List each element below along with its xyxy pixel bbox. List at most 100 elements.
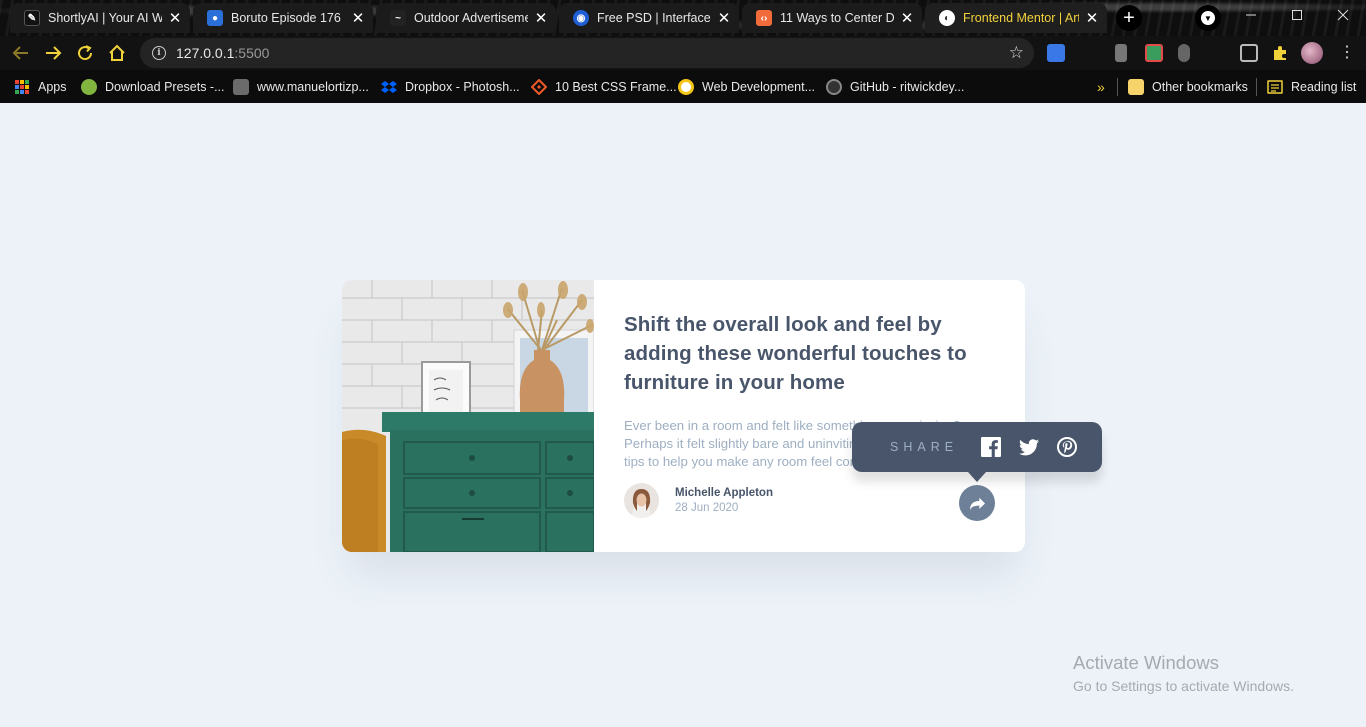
- tab-outdoor-advertisement[interactable]: ~ Outdoor Advertisemen ✕: [376, 3, 556, 33]
- browser-toolbar: i 127.0.0.1:5500 ☆ ⋮: [0, 36, 1366, 70]
- share-tooltip: SHARE: [852, 422, 1102, 482]
- article-headline: Shift the overall look and feel by addin…: [624, 313, 967, 394]
- close-tab-icon[interactable]: ✕: [349, 9, 367, 27]
- author-portrait: [624, 483, 659, 518]
- bookmark-github[interactable]: GitHub - ritwickdey...: [826, 76, 964, 98]
- address-url[interactable]: 127.0.0.1:5500: [176, 45, 269, 61]
- minimize-window-button[interactable]: [1228, 0, 1274, 30]
- folder-icon: [1128, 79, 1144, 95]
- share-button[interactable]: [959, 485, 995, 521]
- tab-center-div[interactable]: ‹› 11 Ways to Center Div ✕: [742, 3, 922, 33]
- bookmark-css-frameworks[interactable]: 10 Best CSS Frame...: [531, 76, 677, 98]
- more-menu-icon[interactable]: ⋮: [1338, 44, 1356, 62]
- bookmark-dropbox[interactable]: Dropbox - Photosh...: [381, 76, 520, 98]
- puzzle-extensions-icon[interactable]: [1271, 44, 1289, 62]
- bookmark-label: Download Presets -...: [105, 80, 225, 94]
- bookmark-label: Web Development...: [702, 80, 816, 94]
- bookmark-label: www.manuelortizp...: [257, 80, 369, 94]
- maximize-icon: [1292, 10, 1302, 20]
- tab-title: ShortlyAI | Your AI Wr: [48, 11, 162, 25]
- close-icon: [1337, 9, 1349, 21]
- tab-title: Boruto Episode 176 Su: [231, 11, 345, 25]
- facebook-icon[interactable]: [980, 436, 1002, 458]
- people-icon: ●: [207, 10, 223, 26]
- close-window-button[interactable]: [1320, 0, 1366, 30]
- divider: [1256, 78, 1257, 96]
- windows-activation-watermark: Activate Windows Go to Settings to activ…: [1073, 652, 1294, 694]
- bookmark-label: Apps: [38, 80, 67, 94]
- tab-free-psd[interactable]: ◉ Free PSD | Interface m ✕: [559, 3, 739, 33]
- tab-strip: ✎ ShortlyAI | Your AI Wr ✕ ● Boruto Epis…: [0, 0, 1366, 36]
- bookmark-label: Other bookmarks: [1152, 80, 1248, 94]
- author-name: Michelle Appleton: [675, 487, 773, 499]
- quill-icon: ✎: [24, 10, 40, 26]
- watermark-title: Activate Windows: [1073, 652, 1219, 673]
- article-preview-card: Shift the overall look and feel by addin…: [342, 280, 1025, 552]
- dropbox-icon: [381, 81, 397, 93]
- media-extension-icon[interactable]: [1240, 44, 1258, 62]
- arrow-left-icon: [12, 46, 28, 60]
- code-icon: ‹›: [756, 10, 772, 26]
- close-tab-icon[interactable]: ✕: [532, 9, 550, 27]
- forward-button[interactable]: [40, 40, 66, 66]
- twitter-icon[interactable]: [1018, 436, 1040, 458]
- close-tab-icon[interactable]: ✕: [898, 9, 916, 27]
- reading-list-icon: [1267, 80, 1283, 94]
- bookmark-label: GitHub - ritwickdey...: [850, 80, 965, 94]
- bookmarks-bar: Apps Download Presets -... www.manuelort…: [0, 70, 1366, 103]
- site-info-icon[interactable]: i: [152, 46, 166, 60]
- profile-avatar[interactable]: [1301, 42, 1323, 64]
- maximize-window-button[interactable]: [1274, 0, 1320, 30]
- divider: [1117, 78, 1118, 96]
- chevron-down-icon: ▼: [1201, 11, 1215, 25]
- bookmark-apps[interactable]: Apps: [14, 76, 67, 98]
- bookmark-web-development[interactable]: Web Development...: [678, 76, 815, 98]
- article-image: [342, 280, 594, 552]
- bookmark-label: Reading list: [1291, 80, 1357, 94]
- home-button[interactable]: [104, 40, 130, 66]
- back-button[interactable]: [8, 40, 34, 66]
- freepik-icon: ◉: [573, 10, 589, 26]
- arrow-right-icon: [46, 46, 62, 60]
- reload-icon: [78, 45, 93, 61]
- close-tab-icon[interactable]: ✕: [715, 9, 733, 27]
- tab-title: Free PSD | Interface m: [597, 11, 711, 25]
- bookmarks-overflow-button[interactable]: »: [1097, 76, 1105, 98]
- twitter-glyph: [1019, 438, 1040, 455]
- minimize-icon: [1246, 14, 1256, 16]
- envato-icon: [81, 79, 97, 95]
- pinterest-glyph: [1057, 437, 1078, 457]
- bookmark-label: Dropbox - Photosh...: [405, 80, 520, 94]
- tab-search-button[interactable]: ▼: [1195, 5, 1221, 31]
- home-icon: [109, 44, 125, 61]
- bug-extension-icon[interactable]: [1178, 44, 1190, 62]
- calendar-extension-icon[interactable]: [1145, 44, 1163, 62]
- reload-button[interactable]: [72, 40, 98, 66]
- cube-icon: [233, 79, 249, 95]
- bookmark-download-presets[interactable]: Download Presets -...: [81, 76, 225, 98]
- badge-icon: [678, 79, 694, 95]
- bookmark-manuelortiz[interactable]: www.manuelortizp...: [233, 76, 369, 98]
- download-extension-icon[interactable]: [1115, 44, 1127, 62]
- tab-boruto[interactable]: ● Boruto Episode 176 Su ✕: [193, 3, 373, 33]
- other-bookmarks-folder[interactable]: Other bookmarks: [1117, 76, 1248, 98]
- url-port: :5500: [234, 45, 270, 61]
- facebook-glyph: [981, 437, 1002, 457]
- publish-date: 28 Jun 2020: [675, 502, 739, 514]
- tab-title: Outdoor Advertisemen: [414, 11, 528, 25]
- reading-list-button[interactable]: Reading list: [1256, 76, 1356, 98]
- close-tab-icon[interactable]: ✕: [1083, 9, 1101, 27]
- url-host: 127.0.0.1: [176, 45, 235, 61]
- address-bar[interactable]: i 127.0.0.1:5500 ☆: [140, 38, 1034, 68]
- bookmark-star-icon[interactable]: ☆: [1009, 43, 1024, 63]
- close-tab-icon[interactable]: ✕: [166, 9, 184, 27]
- drawers-photo: [342, 280, 594, 552]
- watermark-subtitle: Go to Settings to activate Windows.: [1073, 678, 1294, 694]
- author-text: Michelle Appleton 28 Jun 2020: [675, 487, 773, 514]
- tab-frontend-mentor[interactable]: ◐ Frontend Mentor | Art ✕: [925, 3, 1107, 33]
- tab-shortlyai[interactable]: ✎ ShortlyAI | Your AI Wr ✕: [10, 3, 190, 33]
- translate-extension-icon[interactable]: [1047, 44, 1065, 62]
- tab-title: 11 Ways to Center Div: [780, 11, 894, 25]
- pinterest-icon[interactable]: [1056, 436, 1078, 458]
- new-tab-button[interactable]: +: [1116, 5, 1142, 31]
